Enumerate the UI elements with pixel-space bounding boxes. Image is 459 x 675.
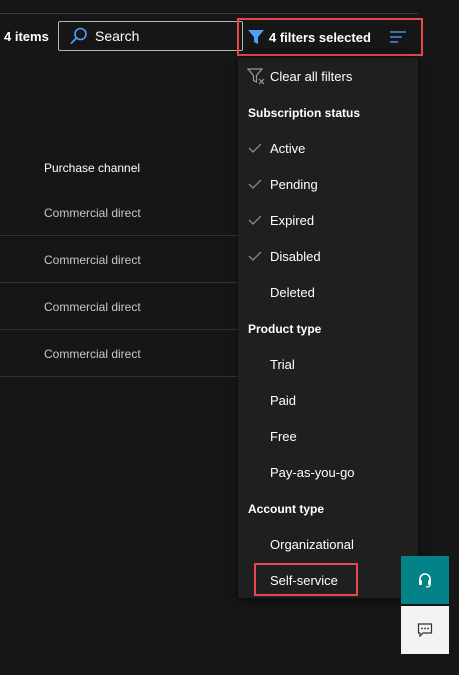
section-header-account-type: Account type: [248, 502, 325, 516]
filter-option-self-service[interactable]: Self-service: [238, 562, 418, 598]
filter-option-label: Active: [270, 140, 306, 156]
filter-button[interactable]: 4 filters selected: [237, 18, 423, 56]
table-cell: Commercial direct: [44, 300, 141, 314]
checkmark-icon: [248, 179, 262, 189]
checkmark-icon: [248, 251, 262, 261]
clear-filter-icon: [246, 68, 265, 85]
filter-option-deleted[interactable]: Deleted: [238, 274, 418, 310]
table-row[interactable]: Commercial direct: [0, 283, 240, 330]
filter-option-label: Trial: [270, 356, 295, 372]
search-icon: [70, 27, 87, 44]
filter-option-label: Organizational: [270, 536, 354, 552]
headset-icon: [419, 573, 431, 588]
table-cell: Commercial direct: [44, 206, 141, 220]
filter-option-label: Pending: [270, 176, 318, 192]
filter-option-label: Free: [270, 428, 297, 444]
filter-option-pending[interactable]: Pending: [238, 166, 418, 202]
feedback-button[interactable]: [401, 606, 449, 654]
filter-option-disabled[interactable]: Disabled: [238, 238, 418, 274]
filter-option-paid[interactable]: Paid: [238, 382, 418, 418]
filter-option-label: Expired: [270, 212, 315, 228]
checkmark-icon: [248, 215, 262, 225]
filter-option-label: Self-service: [270, 572, 338, 588]
filter-option-expired[interactable]: Expired: [238, 202, 418, 238]
table-row[interactable]: Commercial direct: [0, 330, 240, 377]
filter-option-label: Deleted: [270, 284, 315, 300]
checkmark-icon: [248, 143, 262, 153]
sort-lines-icon[interactable]: [389, 30, 407, 44]
filter-option-free[interactable]: Free: [238, 418, 418, 454]
filter-option-pay-as-you-go[interactable]: Pay-as-you-go: [238, 454, 418, 490]
divider: [0, 13, 418, 14]
filter-option-trial[interactable]: Trial: [238, 346, 418, 382]
help-button[interactable]: [401, 556, 449, 604]
table-cell: Commercial direct: [44, 253, 141, 267]
table-row[interactable]: Commercial direct: [0, 189, 240, 236]
items-count: 4 items: [4, 29, 49, 44]
section-header-product-type: Product type: [248, 322, 322, 336]
section-header-subscription-status: Subscription status: [248, 106, 361, 120]
clear-all-label: Clear all filters: [270, 68, 353, 84]
filter-option-label: Paid: [270, 392, 297, 408]
table-row[interactable]: Commercial direct: [0, 236, 240, 283]
filter-option-label: Pay-as-you-go: [270, 464, 355, 480]
column-header-purchase-channel[interactable]: Purchase channel: [44, 161, 140, 175]
filter-option-active[interactable]: Active: [238, 130, 418, 166]
filter-option-label: Disabled: [270, 248, 321, 264]
row-divider: [0, 376, 240, 377]
table-cell: Commercial direct: [44, 347, 141, 361]
filter-option-organizational[interactable]: Organizational: [238, 526, 418, 562]
filter-menu: Clear all filters Subscription status Ac…: [238, 58, 418, 598]
search-box[interactable]: [58, 21, 243, 51]
feedback-icon: [417, 623, 433, 638]
filter-icon: [248, 30, 264, 44]
page: 4 items 4 filters selected Purchase chan…: [0, 0, 459, 675]
clear-all-filters[interactable]: Clear all filters: [238, 58, 418, 94]
filter-label: 4 filters selected: [269, 29, 371, 45]
search-input[interactable]: [95, 28, 235, 44]
